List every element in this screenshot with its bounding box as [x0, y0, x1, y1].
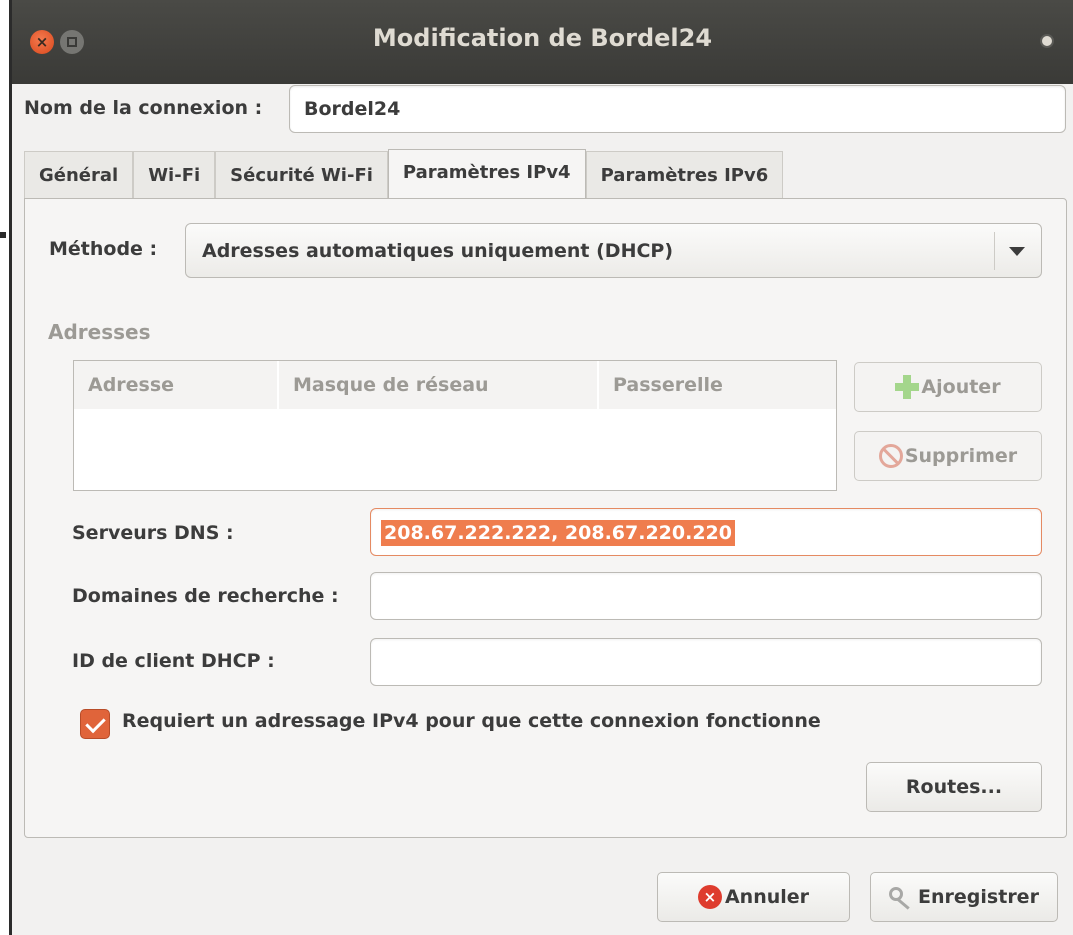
cancel-button-label: Annuler [724, 886, 810, 908]
routes-button[interactable]: Routes... [866, 762, 1042, 812]
tab-general[interactable]: Général [24, 151, 134, 199]
title-bar: × Modification de Bordel24 [12, 0, 1073, 84]
chevron-down-icon [1009, 247, 1025, 256]
save-button-label: Enregistrer [918, 886, 1039, 908]
connection-name-label: Nom de la connexion : [24, 97, 263, 119]
addresses-table[interactable]: Adresse Masque de réseau Passerelle [73, 360, 837, 491]
column-header-gateway: Passerelle [599, 361, 836, 409]
dns-servers-value: 208.67.222.222, 208.67.220.220 [381, 520, 735, 546]
tab-wifi[interactable]: Wi-Fi [133, 151, 216, 199]
delete-button-label: Supprimer [904, 445, 1018, 467]
tab-ipv4-settings[interactable]: Paramètres IPv4 [387, 149, 586, 199]
key-icon [889, 885, 915, 910]
search-domains-label: Domaines de recherche : [72, 585, 339, 607]
save-button[interactable]: Enregistrer [870, 872, 1058, 922]
column-header-address: Adresse [74, 361, 277, 409]
dhcp-client-id-label: ID de client DHCP : [72, 650, 275, 672]
require-ipv4-label[interactable]: Requiert un adressage IPv4 pour que cett… [122, 710, 821, 732]
addresses-section-title: Adresses [48, 320, 151, 344]
dhcp-client-id-input[interactable] [370, 638, 1042, 686]
search-domains-input[interactable] [370, 572, 1042, 620]
tab-ipv6-settings[interactable]: Paramètres IPv6 [585, 151, 784, 199]
dns-servers-input[interactable]: 208.67.222.222, 208.67.220.220 [370, 508, 1042, 556]
dns-servers-label: Serveurs DNS : [72, 522, 234, 544]
menu-dot-icon[interactable] [1040, 34, 1054, 48]
dropdown-separator [994, 232, 995, 270]
window-title: Modification de Bordel24 [372, 24, 713, 52]
column-header-netmask: Masque de réseau [279, 361, 597, 409]
connection-name-input[interactable] [289, 85, 1066, 133]
forbid-icon [878, 444, 903, 468]
dialog-window: × Modification de Bordel24 Nom de la con… [12, 0, 1073, 935]
left-window-edge [0, 0, 12, 935]
tab-bar: Général Wi-Fi Sécurité Wi-Fi Paramètres … [24, 149, 784, 199]
cancel-icon: × [697, 885, 722, 909]
edge-marker [0, 232, 6, 238]
method-selected-value: Adresses automatiques uniquement (DHCP) [202, 240, 674, 262]
cancel-button[interactable]: × Annuler [657, 872, 850, 922]
require-ipv4-checkbox[interactable] [80, 709, 110, 739]
add-address-button[interactable]: Ajouter [854, 362, 1042, 412]
plus-icon [895, 375, 920, 399]
add-button-label: Ajouter [921, 376, 1001, 398]
delete-address-button[interactable]: Supprimer [854, 431, 1042, 481]
method-dropdown[interactable]: Adresses automatiques uniquement (DHCP) [185, 223, 1042, 278]
method-label: Méthode : [49, 238, 158, 260]
tab-wifi-security[interactable]: Sécurité Wi-Fi [215, 151, 388, 199]
